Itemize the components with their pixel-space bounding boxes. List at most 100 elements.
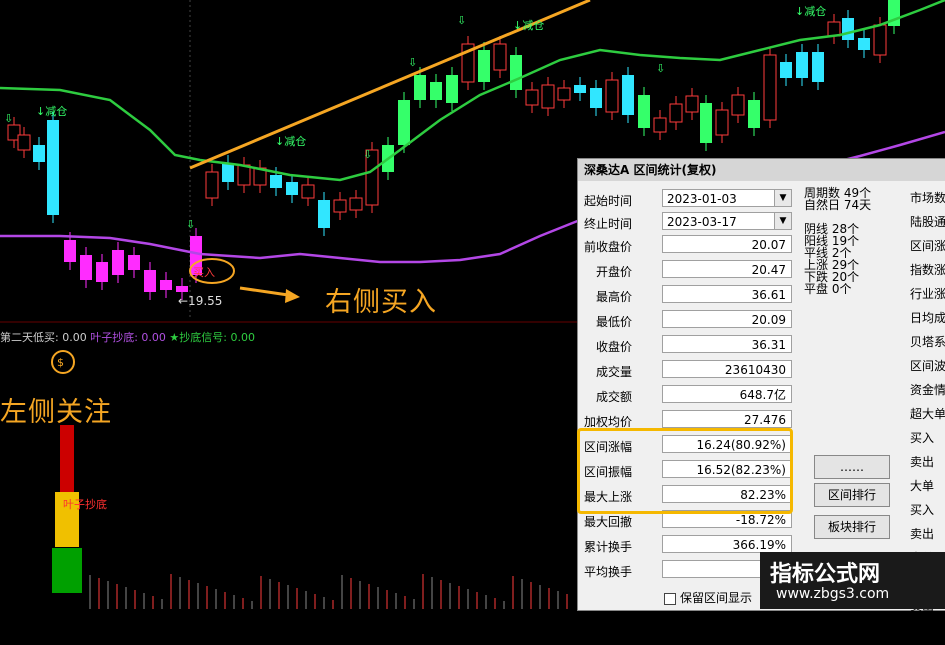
candle-body: [318, 200, 330, 228]
indicator-next-day-buy: 第二天低买: 0.00: [0, 331, 87, 344]
keep-range-checkbox[interactable]: 保留区间显示: [664, 589, 752, 606]
candle-body: [510, 55, 522, 90]
candle-body: [80, 255, 92, 280]
stat-label: 累计换手: [583, 540, 632, 554]
candle-body: [17, 134, 31, 151]
stat-row: 收盘价 36.31: [578, 335, 808, 357]
buy-mark: 买入: [193, 266, 215, 279]
candle-body: [349, 197, 363, 211]
candle-body: [430, 82, 442, 100]
market-item: 区间波: [910, 359, 945, 373]
market-item: 小单: [910, 623, 935, 637]
chevron-down-icon[interactable]: ▼: [774, 189, 792, 207]
highlight-box: [577, 428, 793, 514]
stat-row: 开盘价 20.47: [578, 260, 808, 282]
end-time-label: 终止时间: [583, 217, 632, 231]
candle-body: [605, 79, 619, 113]
stat-label: 前收盘价: [583, 240, 632, 254]
candle-body: [176, 286, 188, 292]
end-time-select[interactable]: 2023-03-17: [662, 212, 776, 230]
candle-body: [446, 75, 458, 103]
down-arrow-icon: ⇩: [186, 218, 196, 231]
candle-body: [112, 250, 124, 275]
candle-body: [64, 240, 76, 262]
down-arrow-icon: ⇩: [457, 14, 467, 27]
candle-body: [796, 52, 808, 78]
stat-label: 最低价: [595, 315, 632, 329]
right-buy-annotation: 右侧买入: [325, 287, 437, 318]
market-item: 陆股通: [910, 215, 945, 229]
candle-body: [493, 43, 507, 71]
keep-range-label: 保留区间显示: [680, 591, 753, 605]
panel-title: 深桑达A 区间统计(复权): [578, 159, 945, 181]
candle-body: [590, 88, 602, 108]
stat-row: 最高价 36.61: [578, 285, 808, 307]
range-stats-panel: 深桑达A 区间统计(复权) 起始时间 2023-01-03 ▼ 终止时间 202…: [577, 158, 945, 637]
reduce-label-3: ↓减仓: [513, 19, 545, 32]
stat-value: 20.47: [662, 260, 792, 278]
candle-body: [653, 117, 667, 133]
candle-body: [715, 109, 729, 136]
indicator-readout: 第二天低买: 0.00 叶子抄底: 0.00 ★抄底信号: 0.00: [0, 329, 255, 345]
candle-body: [525, 89, 539, 106]
end-time-row: 终止时间 2023-03-17 ▼: [578, 212, 808, 234]
stat-label: 最大回撤: [583, 515, 632, 529]
start-time-select[interactable]: 2023-01-03: [662, 189, 776, 207]
candle-body: [96, 262, 108, 282]
reduce-label-2: ↓减仓: [275, 135, 307, 148]
stat-value: 20.09: [662, 310, 792, 328]
down-arrow-icon: ⇩: [656, 62, 666, 75]
candle-body: [669, 103, 683, 123]
dip-bar-red: [60, 425, 74, 495]
start-time-row: 起始时间 2023-01-03 ▼: [578, 189, 808, 211]
candle-body: [301, 184, 315, 199]
reduce-label-4: ↓减仓: [795, 5, 827, 18]
dip-bar-green: [52, 548, 82, 593]
candle-body: [47, 120, 59, 215]
candle-body: [270, 175, 282, 188]
stat-label: 开盘价: [595, 265, 632, 279]
market-item: 买入: [910, 503, 935, 517]
candle-body: [685, 95, 699, 113]
watermark: 指标公式网 www.zbgs3.com: [760, 552, 945, 609]
stat-value: 23610430: [662, 360, 792, 378]
stat-row: 最低价 20.09: [578, 310, 808, 332]
candle-body: [574, 85, 586, 93]
chevron-down-icon[interactable]: ▼: [774, 212, 792, 230]
checkbox-box[interactable]: [664, 592, 676, 605]
stat-label: 收盘价: [595, 340, 632, 354]
stat-value: 36.61: [662, 285, 792, 303]
candle-body: [858, 38, 870, 50]
candle-stat: 自然日 74天: [804, 198, 872, 212]
stat-value: 36.31: [662, 335, 792, 353]
more-button[interactable]: ……: [814, 455, 890, 479]
market-item: 大单: [910, 479, 935, 493]
volume-bars: [89, 574, 568, 609]
buy-arrowhead: [285, 289, 300, 303]
market-item: 指数涨: [910, 263, 945, 277]
watermark-title: 指标公式网: [770, 562, 881, 587]
reduce-label-1: ↓减仓: [36, 105, 68, 118]
candle-body: [557, 87, 571, 101]
candle-body: [414, 75, 426, 100]
range-rank-button[interactable]: 区间排行: [814, 483, 890, 507]
stat-value: 366.19%: [662, 535, 792, 553]
candle-body: [144, 270, 156, 292]
candle-body: [638, 95, 650, 128]
candle-body: [33, 145, 45, 162]
candle-body: [780, 62, 792, 78]
candle-body: [222, 163, 234, 182]
stat-row: 成交额 648.7亿: [578, 385, 808, 407]
market-item: 买入: [910, 431, 935, 445]
candle-body: [541, 84, 555, 109]
market-item: 资金情: [910, 383, 945, 397]
left-watch-annotation: 左侧关注: [0, 397, 112, 428]
candle-body: [205, 171, 219, 199]
market-item: 区间涨: [910, 239, 945, 253]
stat-label: 平均换手: [583, 565, 632, 579]
down-arrow-icon: ⇩: [4, 112, 14, 125]
market-item: 卖出: [910, 527, 935, 541]
indicator-dip-signal: ★抄底信号: 0.00: [169, 331, 255, 344]
candle-body: [128, 255, 140, 270]
sector-rank-button[interactable]: 板块排行: [814, 515, 890, 539]
